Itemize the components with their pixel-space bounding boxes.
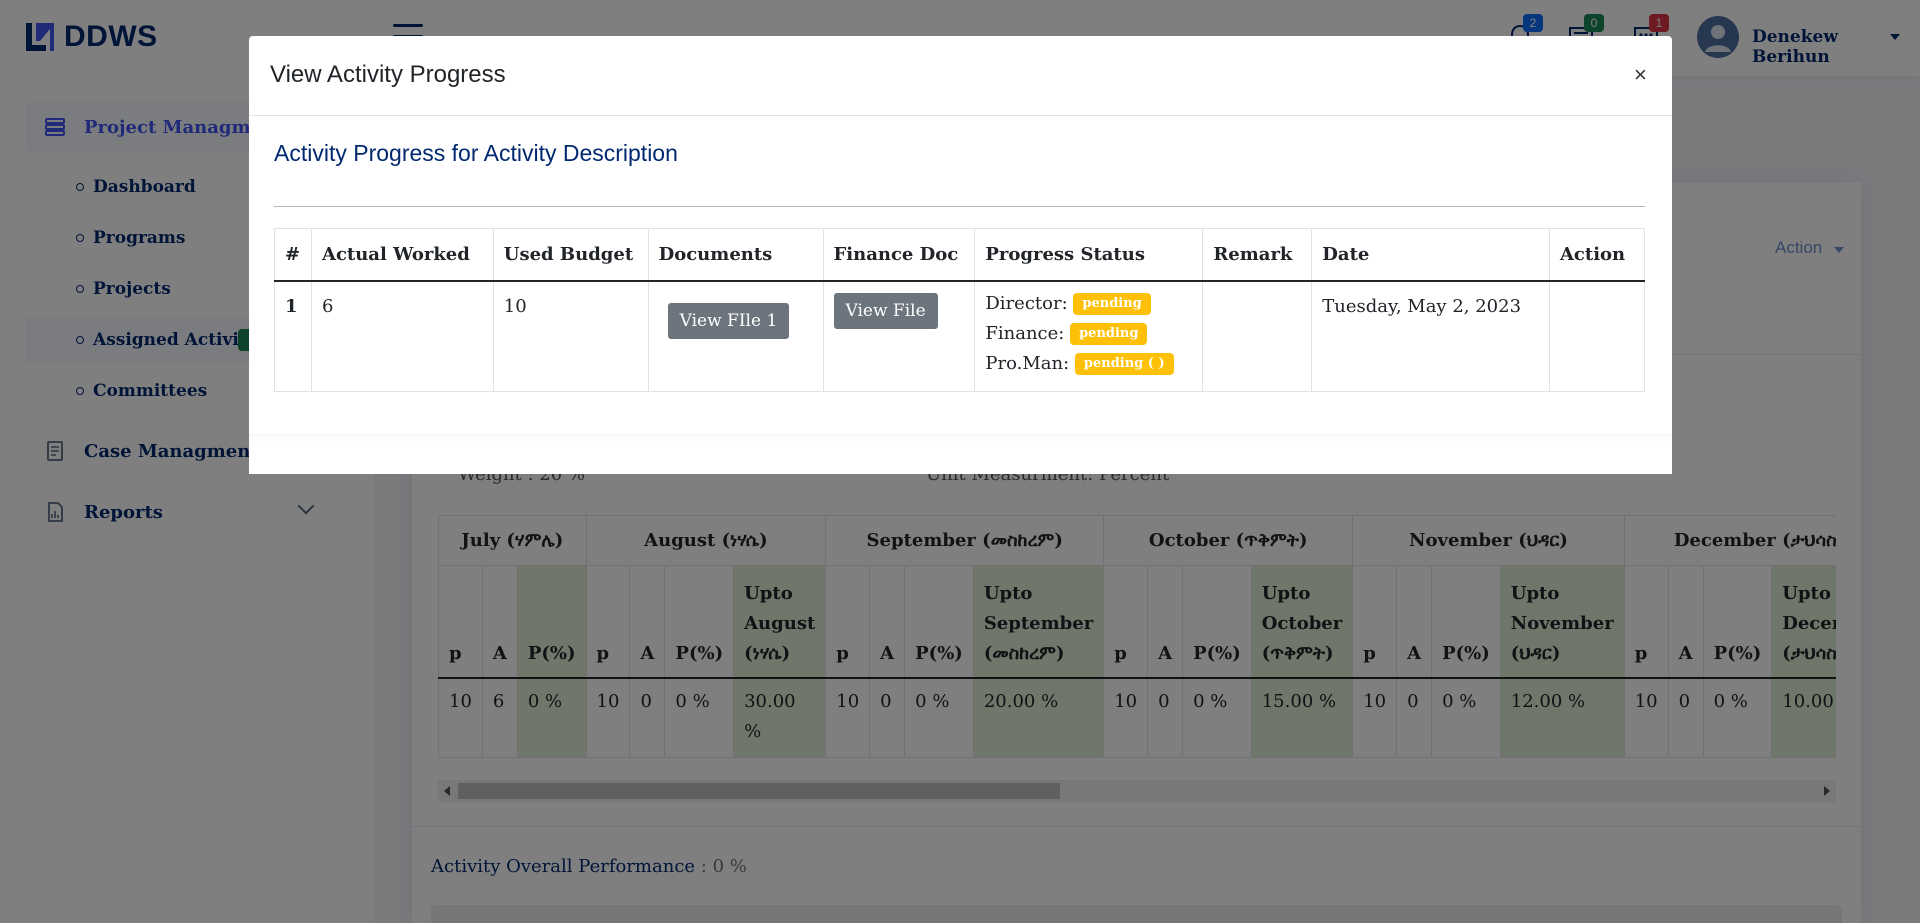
remark-cell: [1202, 280, 1313, 392]
actual-worked-cell: 6: [310, 280, 494, 392]
modal-footer: [249, 434, 1672, 474]
column-header: Progress Status: [974, 228, 1204, 282]
table-row: 1 6 10 View FIle 1 View File Director: p…: [274, 280, 1646, 392]
modal-subtitle: Activity Progress for Activity Descripti…: [274, 140, 678, 166]
column-header: Remark: [1202, 228, 1313, 282]
modal-header: View Activity Progress ×: [249, 36, 1672, 116]
column-header: Documents: [647, 228, 824, 282]
column-header: Date: [1311, 228, 1550, 282]
close-icon[interactable]: ×: [1634, 62, 1647, 88]
progress-status-cell: Director: pending Finance: pending Pro.M…: [974, 280, 1204, 392]
finance-label: Finance:: [985, 322, 1065, 344]
activity-progress-modal: View Activity Progress × Activity Progre…: [249, 36, 1672, 474]
column-header: Finance Doc: [822, 228, 976, 282]
director-label: Director:: [985, 292, 1068, 314]
row-number: 1: [274, 280, 312, 392]
action-cell: [1548, 280, 1646, 392]
documents-cell: View FIle 1: [647, 280, 824, 392]
column-header: Used Budget: [492, 228, 649, 282]
view-finance-file-button[interactable]: View File: [833, 292, 938, 329]
used-budget-cell: 10: [492, 280, 649, 392]
proman-label: Pro.Man:: [985, 352, 1070, 374]
finance-doc-cell: View File: [822, 280, 976, 392]
status-badge: pending: [1073, 292, 1151, 315]
status-badge: pending ( ): [1074, 352, 1174, 375]
progress-table: # Actual Worked Used Budget Documents Fi…: [274, 228, 1646, 392]
date-cell: Tuesday, May 2, 2023: [1311, 280, 1550, 392]
status-badge: pending: [1070, 322, 1148, 345]
column-header: Action: [1548, 228, 1646, 282]
column-header: #: [274, 228, 312, 282]
column-header: Actual Worked: [310, 228, 494, 282]
divider: [274, 206, 1645, 207]
modal-title: View Activity Progress: [270, 61, 506, 88]
view-file-button[interactable]: View FIle 1: [667, 302, 790, 339]
